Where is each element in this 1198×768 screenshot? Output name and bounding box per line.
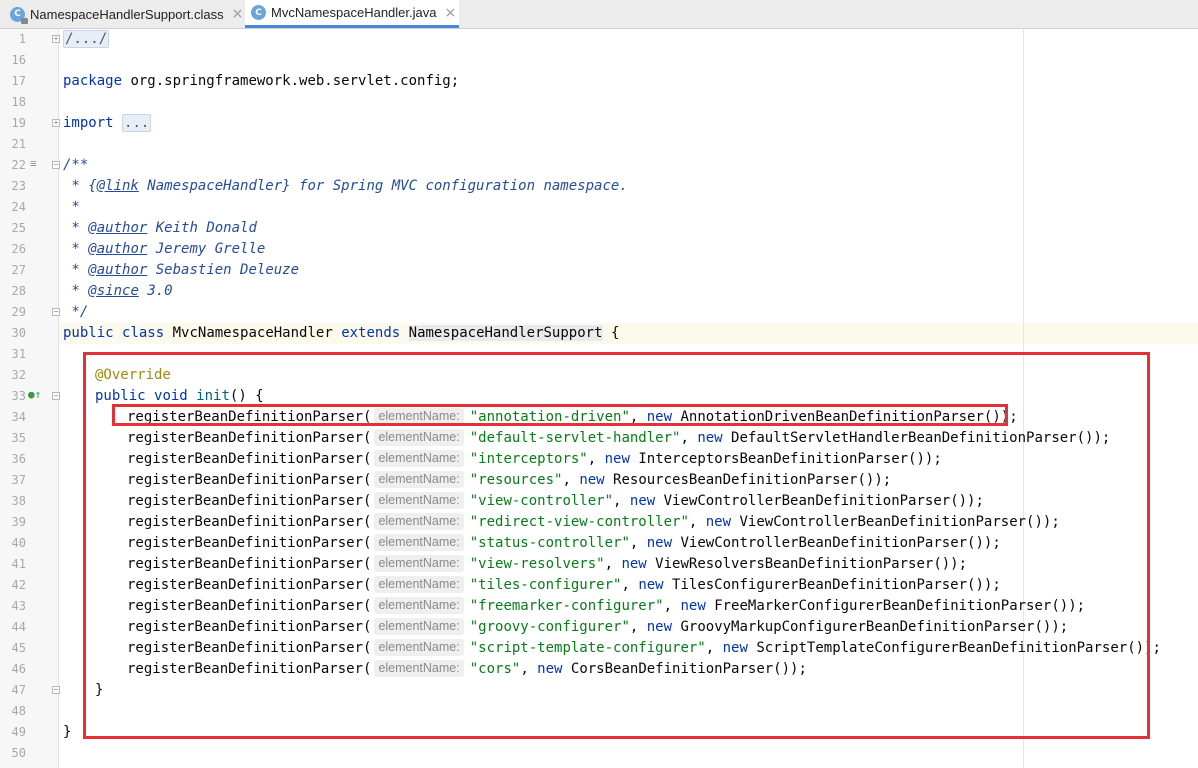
lock-icon (21, 17, 28, 24)
javadoc-text: * (63, 220, 80, 236)
line-number: 47 (11, 683, 26, 697)
folded-header[interactable]: /.../ (63, 30, 110, 48)
javadoc-text: 3.0 (138, 283, 173, 299)
javadoc-close: */ (63, 304, 89, 320)
line-number: 25 (11, 221, 26, 235)
javadoc-text: * (63, 283, 80, 299)
code-line: * @since 3.0 (63, 281, 173, 302)
code-line: public class MvcNamespaceHandler extends… (63, 323, 619, 344)
line-number: 44 (11, 620, 26, 634)
package-name: org.springframework.web.servlet.config; (122, 73, 460, 89)
javadoc-text: Sebastien Deleuze (147, 262, 300, 278)
code-line: } (63, 722, 71, 743)
code-line: * @author Keith Donald (63, 218, 257, 239)
javadoc-tag: @author (88, 220, 148, 236)
line-number: 23 (11, 179, 26, 193)
line-number: 22 (11, 158, 26, 172)
line-number: 46 (11, 662, 26, 676)
line-number: 29 (11, 305, 26, 319)
javadoc-tag: @author (88, 241, 148, 257)
code-line: /.../ (63, 29, 110, 50)
javadoc-tag: @link (96, 178, 139, 194)
close-icon[interactable]: × (444, 5, 456, 21)
line-number: 27 (11, 263, 26, 277)
line-number: 1 (18, 32, 26, 46)
close-icon[interactable]: × (232, 6, 244, 22)
tab-mvc-namespace-handler[interactable]: C MvcNamespaceHandler.java × (245, 0, 459, 28)
brace: { (602, 325, 620, 341)
line-number: 43 (11, 599, 26, 613)
code-line: * @author Sebastien Deleuze (63, 260, 299, 281)
line-number: 24 (11, 200, 26, 214)
line-number: 42 (11, 578, 26, 592)
line-number: 49 (11, 725, 26, 739)
annotation-box-first-registration (112, 404, 1008, 426)
line-number: 39 (11, 515, 26, 529)
line-number: 48 (11, 704, 26, 718)
keyword: package (63, 73, 123, 89)
keyword: public (63, 325, 114, 341)
javadoc-text: * (63, 241, 80, 257)
line-number: 35 (11, 431, 26, 445)
tab-namespace-handler-support[interactable]: C NamespaceHandlerSupport.class × (4, 0, 244, 28)
code-line: */ (63, 302, 88, 323)
code-line: * {@link NamespaceHandler} for Spring MV… (63, 176, 628, 197)
javadoc-text: * (63, 199, 80, 215)
javadoc-text: * (63, 262, 80, 278)
line-number: 36 (11, 452, 26, 466)
line-number: 37 (11, 473, 26, 487)
class-name: MvcNamespaceHandler (164, 325, 342, 341)
code-line: import ... (63, 113, 152, 134)
line-number: 38 (11, 494, 26, 508)
javadoc-open: /** (63, 157, 89, 173)
javadoc-text: Jeremy Grelle (147, 241, 266, 257)
brace: } (63, 724, 72, 740)
line-number: 45 (11, 641, 26, 655)
line-number: 34 (11, 410, 26, 424)
line-number: 19 (11, 116, 26, 130)
class-icon: C (10, 6, 28, 24)
editor-tab-bar: C NamespaceHandlerSupport.class × C MvcN… (0, 0, 1198, 29)
code-line: package org.springframework.web.servlet.… (63, 71, 459, 92)
line-number: 41 (11, 557, 26, 571)
folded-imports[interactable]: ... (122, 114, 152, 132)
code-line: * @author Jeremy Grelle (63, 239, 265, 260)
line-number: 40 (11, 536, 26, 550)
line-number: 32 (11, 368, 26, 382)
javadoc-text: * { (63, 178, 97, 194)
line-number: 33 (11, 389, 26, 403)
override-method-icon[interactable]: ●↑ (28, 388, 41, 401)
keyword: import (63, 115, 114, 131)
line-number: 21 (11, 137, 26, 151)
line-number: 30 (11, 326, 26, 340)
parent-class-name[interactable]: NamespaceHandlerSupport (408, 325, 603, 341)
line-number: 16 (11, 53, 26, 67)
line-number: 28 (11, 284, 26, 298)
line-number: 31 (11, 347, 26, 361)
code-line: /** (63, 155, 88, 176)
code-line: * (63, 197, 80, 218)
line-number: 18 (11, 95, 26, 109)
javadoc-tag: @since (88, 283, 139, 299)
line-number: 17 (11, 74, 26, 88)
editor-gutter: 1 16 17 18 19 21 22 23 24 25 26 27 28 29… (0, 29, 60, 768)
class-icon: C (251, 5, 266, 20)
tab-label: MvcNamespaceHandler.java (271, 5, 437, 20)
line-number: 26 (11, 242, 26, 256)
javadoc-tag: @author (88, 262, 148, 278)
javadoc-text: Keith Donald (147, 220, 257, 236)
tab-label: NamespaceHandlerSupport.class (30, 6, 224, 22)
line-number: 50 (11, 746, 26, 760)
keyword: extends (341, 325, 401, 341)
javadoc-text: NamespaceHandler} for Spring MVC configu… (138, 178, 628, 194)
keyword: class (122, 325, 165, 341)
javadoc-render-icon[interactable]: ≡ (30, 157, 37, 170)
